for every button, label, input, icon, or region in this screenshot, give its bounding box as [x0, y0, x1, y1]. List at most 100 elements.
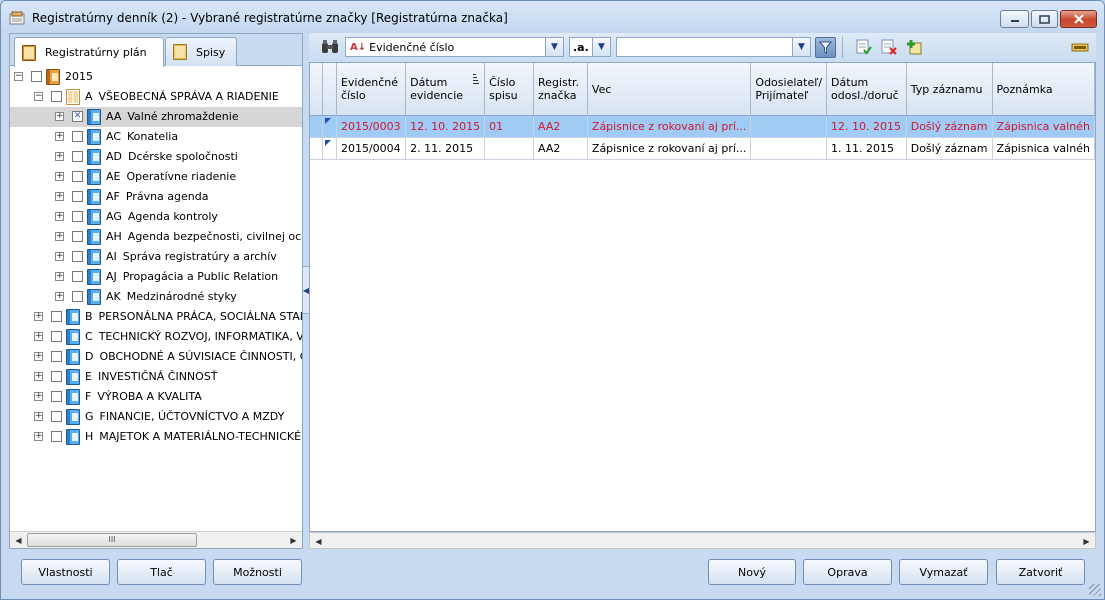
tree-node-checkbox[interactable] [51, 351, 62, 362]
tree-node-checkbox[interactable] [51, 331, 62, 342]
operator-select[interactable]: .a. ▼ [569, 37, 611, 57]
tree-node-ae[interactable]: + AE Operatívne riadenie [10, 167, 302, 187]
column-header-vec[interactable]: Vec [587, 63, 752, 116]
title-bar[interactable]: Registratúrny denník (2) - Vybrané regis… [1, 1, 1104, 33]
new-button[interactable]: Nový [708, 559, 796, 585]
tree-node-checkbox[interactable] [72, 271, 83, 282]
tree-node-checkbox[interactable] [31, 71, 42, 82]
row-selector-cell[interactable] [310, 115, 323, 138]
tree-node-checkbox[interactable] [72, 251, 83, 262]
expand-icon[interactable]: + [55, 232, 64, 241]
uncheck-rows-icon[interactable] [880, 38, 898, 56]
print-button[interactable]: Tlač [117, 559, 206, 585]
grid-horizontal-scrollbar[interactable]: ◀ ▶ [309, 532, 1096, 549]
column-header-datum-odosl[interactable]: Dátum odosl./doruč [826, 63, 907, 116]
expand-icon[interactable]: + [55, 172, 64, 181]
column-header-poznamka[interactable]: Poznámka [992, 63, 1095, 116]
table-cell[interactable]: 2015/0004 [336, 137, 407, 160]
tree-node-af[interactable]: + AF Právna agenda [10, 187, 302, 207]
row-selector-cell[interactable] [310, 137, 323, 160]
tab-registry-plan[interactable]: Registratúrny plán [14, 37, 164, 67]
chevron-down-icon[interactable]: ▼ [792, 38, 810, 56]
column-header-evidencne-cislo[interactable]: Evidenčné číslo [336, 63, 407, 116]
tree-node-f[interactable]: + F VÝROBA A KVALITA [10, 387, 302, 407]
tree-node-h[interactable]: + H MAJETOK A MATERIÁLNO-TECHNICKÉ ZÁ [10, 427, 302, 447]
table-cell[interactable] [322, 137, 337, 160]
tree-node-checkbox[interactable] [51, 411, 62, 422]
scroll-left-icon[interactable]: ◀ [10, 532, 27, 548]
table-cell[interactable]: Zápisnica valnéh [992, 115, 1095, 138]
tab-spisy[interactable]: Spisy [165, 37, 237, 66]
table-row[interactable]: 2015/0003 12. 10. 2015 01 AA2 Zápisnice z ro… [310, 115, 1095, 138]
table-cell[interactable]: AA2 [533, 115, 588, 138]
tree-node-checkbox[interactable] [51, 431, 62, 442]
expand-icon[interactable]: + [55, 272, 64, 281]
add-record-icon[interactable] [905, 38, 923, 56]
search-value-select[interactable]: ▼ [616, 37, 811, 57]
tree-node-checkbox[interactable] [72, 211, 83, 222]
tree-node-checkbox[interactable] [51, 391, 62, 402]
table-cell[interactable]: 2015/0003 [336, 115, 407, 138]
options-button[interactable]: Možnosti [213, 559, 302, 585]
tree-node-ak[interactable]: + AK Medzinárodné styky [10, 287, 302, 307]
table-cell[interactable]: AA2 [533, 137, 588, 160]
table-cell[interactable]: 01 [484, 115, 535, 138]
tree-node-checkbox[interactable] [51, 371, 62, 382]
expand-icon[interactable]: + [34, 412, 43, 421]
expand-icon[interactable]: + [55, 132, 64, 141]
tree-node-checkbox[interactable] [72, 231, 83, 242]
tree-node-e[interactable]: + E INVESTIČNÁ ČINNOSŤ [10, 367, 302, 387]
edit-button[interactable]: Oprava [803, 559, 892, 585]
expand-icon[interactable]: + [55, 112, 64, 121]
tree-node-checkbox[interactable] [72, 191, 83, 202]
collapse-icon[interactable]: − [14, 72, 23, 81]
column-header-datum-evidencie[interactable]: Dátum evidencie [405, 63, 486, 116]
table-cell[interactable]: Zápisnice z rokovaní aj prí... [587, 115, 752, 138]
tree-node-root[interactable]: − 2015 [10, 67, 302, 87]
collapse-icon[interactable]: − [34, 92, 43, 101]
expand-icon[interactable]: + [55, 212, 64, 221]
table-cell[interactable]: 12. 10. 2015 [405, 115, 486, 138]
scroll-right-icon[interactable]: ▶ [285, 532, 302, 548]
chevron-down-icon[interactable]: ▼ [545, 38, 563, 56]
table-cell[interactable] [750, 137, 828, 160]
table-cell[interactable]: 2. 11. 2015 [405, 137, 486, 160]
maximize-button[interactable] [1031, 10, 1058, 28]
tree-node-ah[interactable]: + AH Agenda bezpečnosti, civilnej ochr [10, 227, 302, 247]
table-cell[interactable]: 1. 11. 2015 [826, 137, 907, 160]
table-cell[interactable]: Došlý záznam [906, 137, 993, 160]
tree-node-checkbox[interactable] [51, 311, 62, 322]
tree-node-aa[interactable]: + ✕ AA Valné zhromaždenie [10, 107, 302, 127]
table-cell[interactable]: 12. 10. 2015 [826, 115, 907, 138]
tree-node-aj[interactable]: + AJ Propagácia a Public Relation [10, 267, 302, 287]
filter-button[interactable] [815, 37, 836, 58]
tree-node-c[interactable]: + C TECHNICKÝ ROZVOJ, INFORMATIKA, VÝS [10, 327, 302, 347]
expand-icon[interactable]: + [55, 252, 64, 261]
settings-icon[interactable] [1071, 38, 1089, 56]
properties-button[interactable]: Vlastnosti [21, 559, 110, 585]
table-cell[interactable] [484, 137, 535, 160]
expand-icon[interactable]: + [34, 392, 43, 401]
tree-node-checkbox[interactable] [72, 151, 83, 162]
column-header-indicator[interactable] [322, 63, 337, 116]
tree-node-b[interactable]: + B PERSONÁLNA PRÁCA, SOCIÁLNA STARO [10, 307, 302, 327]
tree-node-checkbox[interactable] [72, 291, 83, 302]
search-field-select[interactable]: A↓ Evidenčné číslo ▼ [345, 37, 564, 57]
minimize-button[interactable] [1000, 10, 1029, 28]
expand-icon[interactable]: + [34, 352, 43, 361]
tree-node-ad[interactable]: + AD Dcérske spoločnosti [10, 147, 302, 167]
table-cell[interactable]: Došlý záznam [906, 115, 993, 138]
tree-node-a[interactable]: − A VŠEOBECNÁ SPRÁVA A RIADENIE [10, 87, 302, 107]
table-cell[interactable]: Zápisnica valnéh [992, 137, 1095, 160]
table-cell[interactable]: Zápisnice z rokovaní aj prí... [587, 137, 752, 160]
tree-node-d[interactable]: + D OBCHODNÉ A SÚVISIACE ČINNOSTI, CE [10, 347, 302, 367]
scroll-left-icon[interactable]: ◀ [310, 533, 327, 549]
expand-icon[interactable]: + [55, 152, 64, 161]
expand-icon[interactable]: + [34, 372, 43, 381]
tree-node-checkbox[interactable]: ✕ [72, 111, 83, 122]
close-dialog-button[interactable]: Zatvoriť [996, 559, 1085, 585]
check-rows-icon[interactable] [855, 38, 873, 56]
column-header-cislo-spisu[interactable]: Číslo spisu [484, 63, 535, 116]
column-header-odosielatel[interactable]: Odosielateľ/ Prijímateľ [750, 63, 828, 116]
expand-icon[interactable]: + [55, 292, 64, 301]
